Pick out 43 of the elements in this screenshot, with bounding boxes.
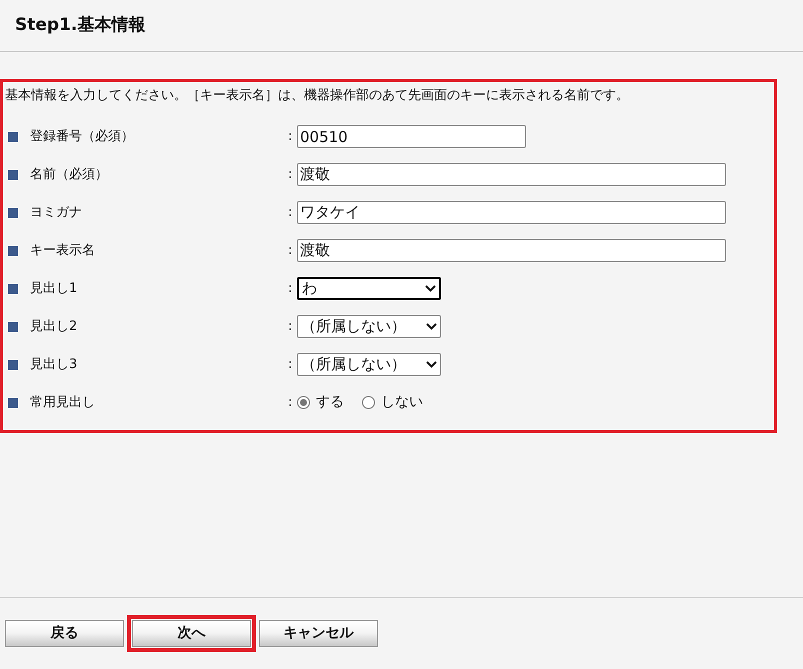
- chevron-down-icon: [426, 323, 437, 330]
- radio-label[interactable]: しない: [381, 392, 423, 413]
- dropdown[interactable]: （所属しない）: [297, 315, 441, 338]
- field-label: 見出し1: [30, 280, 78, 298]
- colon-separator: :: [288, 394, 294, 412]
- field-label: ヨミガナ: [30, 204, 83, 222]
- field-label: 見出し3: [30, 356, 78, 374]
- bullet-icon: [8, 284, 18, 294]
- colon-separator: :: [288, 280, 294, 298]
- nav-button[interactable]: 戻る: [5, 620, 124, 647]
- radio-button[interactable]: [362, 396, 375, 409]
- page-title: Step1.基本情報: [15, 14, 146, 37]
- nav-button[interactable]: 次へ: [132, 620, 251, 647]
- text-input[interactable]: 渡敬: [297, 163, 726, 186]
- dropdown[interactable]: わ: [297, 277, 441, 300]
- chevron-down-icon: [425, 285, 436, 292]
- colon-separator: :: [288, 166, 294, 184]
- bullet-icon: [8, 246, 18, 256]
- bullet-icon: [8, 398, 18, 408]
- colon-separator: :: [288, 356, 294, 374]
- instruction-text: 基本情報を入力してください。［キー表示名］は、機器操作部のあて先画面のキーに表示される名前です。: [4, 87, 630, 105]
- bullet-icon: [8, 132, 18, 142]
- radio-label[interactable]: する: [316, 392, 344, 413]
- dropdown[interactable]: （所属しない）: [297, 353, 441, 376]
- colon-separator: :: [288, 318, 294, 336]
- bullet-icon: [8, 170, 18, 180]
- field-label: 名前（必須）: [30, 166, 109, 184]
- bullet-icon: [8, 208, 18, 218]
- text-input[interactable]: ワタケイ: [297, 201, 726, 224]
- colon-separator: :: [288, 128, 294, 146]
- chevron-down-icon: [426, 361, 437, 368]
- nav-button[interactable]: キャンセル: [259, 620, 378, 647]
- bullet-icon: [8, 360, 18, 370]
- text-input[interactable]: 00510: [297, 125, 526, 148]
- colon-separator: :: [288, 204, 294, 222]
- radio-button[interactable]: [297, 396, 310, 409]
- field-label: 常用見出し: [30, 394, 96, 412]
- colon-separator: :: [288, 242, 294, 260]
- bullet-icon: [8, 322, 18, 332]
- field-label: キー表示名: [30, 242, 96, 260]
- text-input[interactable]: 渡敬: [297, 239, 726, 262]
- field-label: 登録番号（必須）: [30, 128, 135, 146]
- field-label: 見出し2: [30, 318, 78, 336]
